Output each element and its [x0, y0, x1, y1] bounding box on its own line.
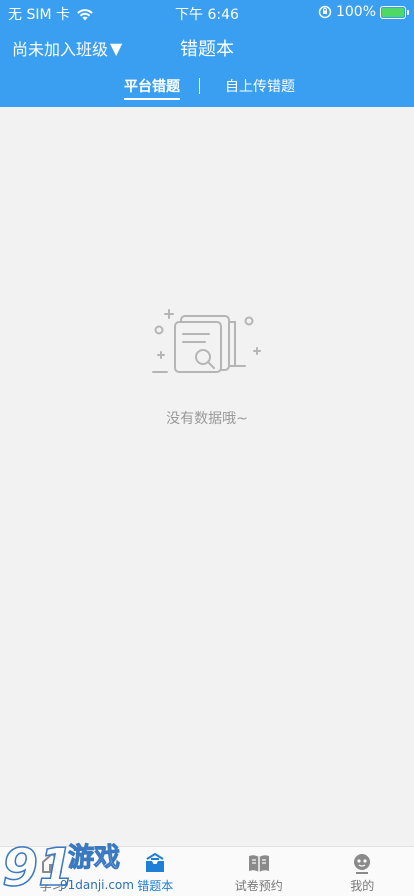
tab-group: 平台错题 自上传错题 [0, 76, 414, 100]
orientation-lock-icon [318, 5, 332, 19]
empty-state: 没有数据哦~ [0, 300, 414, 428]
tabbar-item-mistakes[interactable]: 错题本 [104, 847, 208, 896]
status-bar: 无 SIM 卡 下午 6:46 100% [0, 0, 414, 24]
tabbar-label: 我的 [350, 879, 375, 893]
empty-message: 没有数据哦~ [166, 411, 248, 427]
battery-icon [380, 5, 409, 19]
home-icon [41, 853, 62, 873]
tabbar-item-study[interactable]: 学习 [0, 847, 104, 896]
battery-percent: 100% [335, 4, 376, 20]
inbox-icon [146, 853, 165, 872]
battery-level [382, 7, 404, 17]
tabbar-label: 试卷预约 [234, 879, 283, 893]
app-header: 无 SIM 卡 下午 6:46 100% 尚未加入班级 ▼ 错题本 平台错题 自… [0, 0, 414, 107]
tabbar-label: 错题本 [137, 879, 174, 893]
tab-divider [199, 78, 200, 94]
document-search-icon [152, 309, 261, 373]
book-icon [248, 855, 269, 872]
page-title: 错题本 [180, 39, 234, 60]
tabbar-label: 学习 [39, 879, 64, 893]
tab-active-indicator [124, 98, 180, 100]
tab-label: 自上传错题 [225, 79, 295, 95]
tab-uploaded-mistakes[interactable]: 自上传错题 [225, 76, 295, 96]
profile-icon [354, 854, 371, 874]
tab-label: 平台错题 [124, 79, 180, 95]
bottom-tab-bar: 学习 错题本 试卷预约 我的 [0, 846, 414, 896]
status-right: 100% [318, 4, 409, 20]
tabbar-item-exam-booking[interactable]: 试卷预约 [207, 847, 311, 896]
tabbar-item-profile[interactable]: 我的 [311, 847, 414, 896]
tab-platform-mistakes[interactable]: 平台错题 [124, 76, 180, 100]
